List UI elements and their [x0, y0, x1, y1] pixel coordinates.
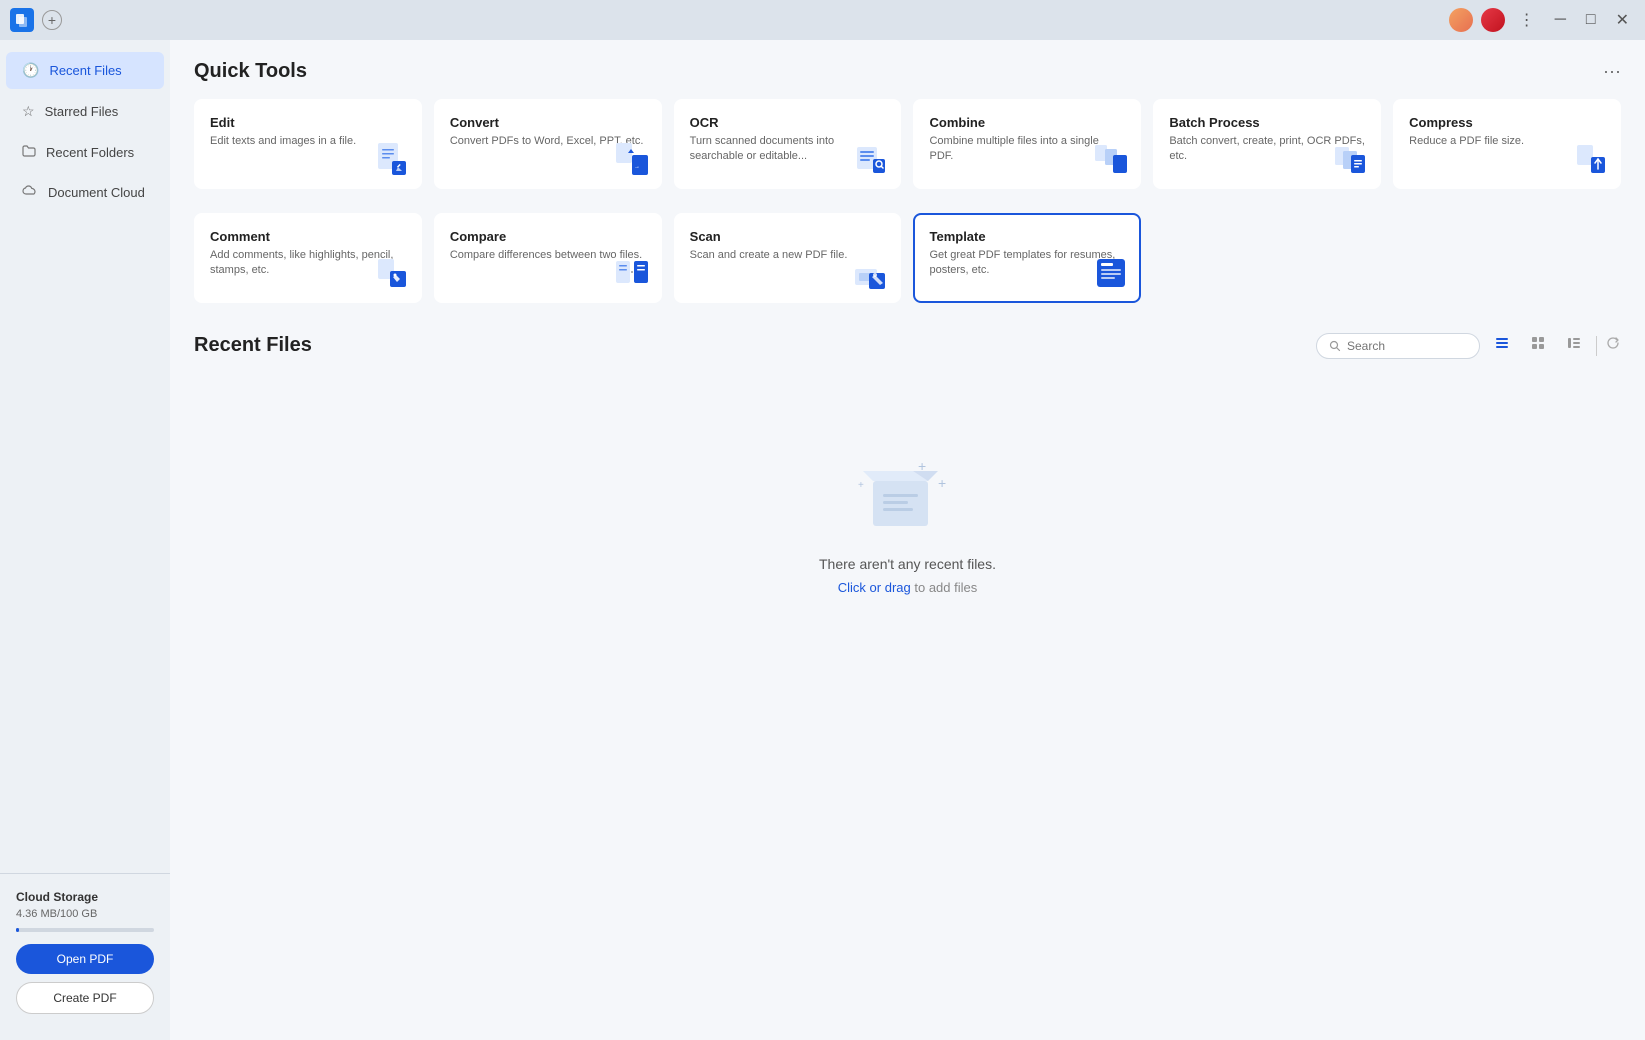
more-options-button[interactable]: ···	[1603, 61, 1621, 82]
content-area: Quick Tools ··· Edit Edit texts and imag…	[170, 40, 1645, 1040]
tool-card-ocr[interactable]: OCR Turn scanned documents into searchab…	[674, 99, 902, 189]
search-input[interactable]	[1347, 339, 1467, 353]
sidebar-bottom: Cloud Storage 4.36 MB/100 GB Open PDF Cr…	[0, 873, 170, 1030]
sidebar-label-document-cloud: Document Cloud	[48, 185, 145, 200]
close-button[interactable]: ✕	[1610, 8, 1635, 32]
sidebar: 🕐 Recent Files ☆ Starred Files Recent Fo…	[0, 40, 170, 1040]
document-cloud-icon	[22, 184, 38, 200]
tool-template-title: Template	[929, 229, 1125, 244]
create-pdf-button[interactable]: Create PDF	[16, 982, 154, 1014]
sidebar-label-recent-files: Recent Files	[49, 63, 121, 78]
tool-convert-icon: →	[614, 141, 650, 177]
quick-tools-header: Quick Tools ···	[194, 60, 1621, 83]
recent-files-title: Recent Files	[194, 334, 312, 357]
tool-card-scan[interactable]: Scan Scan and create a new PDF file.	[674, 213, 902, 303]
search-box[interactable]	[1316, 333, 1480, 359]
empty-subtitle-static: to add files	[914, 580, 977, 595]
refresh-button[interactable]	[1605, 335, 1621, 356]
tool-scan-icon	[853, 255, 889, 291]
tool-card-template[interactable]: Template Get great PDF templates for res…	[913, 213, 1141, 303]
empty-illustration: + + +	[848, 436, 968, 536]
svg-text:+: +	[938, 475, 946, 491]
empty-state: + + + There aren't any recent files. Cli…	[194, 376, 1621, 655]
tool-card-convert[interactable]: Convert Convert PDFs to Word, Excel, PPT…	[434, 99, 662, 189]
tool-compare-title: Compare	[450, 229, 646, 244]
storage-bar	[16, 928, 154, 932]
tool-ocr-title: OCR	[690, 115, 886, 130]
tool-batch-title: Batch Process	[1169, 115, 1365, 130]
app-icon	[10, 8, 34, 32]
click-or-drag-link[interactable]: Click or drag	[838, 580, 911, 595]
svg-text:→: →	[634, 164, 640, 170]
tools-grid: Edit Edit texts and images in a file.	[194, 99, 1621, 189]
main-layout: 🕐 Recent Files ☆ Starred Files Recent Fo…	[0, 40, 1645, 1040]
tool-ocr-icon	[853, 141, 889, 177]
tool-template-icon	[1093, 255, 1129, 291]
tool-batch-icon	[1333, 141, 1369, 177]
quick-tools-title: Quick Tools	[194, 60, 307, 83]
sidebar-item-recent-folders[interactable]: Recent Folders	[6, 134, 164, 170]
cloud-storage-title: Cloud Storage	[16, 890, 154, 904]
sidebar-label-starred-files: Starred Files	[45, 104, 119, 119]
maximize-button[interactable]: □	[1580, 9, 1602, 31]
sidebar-item-document-cloud[interactable]: Document Cloud	[6, 174, 164, 210]
divider	[1596, 336, 1597, 356]
tool-combine-icon	[1093, 141, 1129, 177]
sidebar-item-starred-files[interactable]: ☆ Starred Files	[6, 93, 164, 130]
tool-card-compress[interactable]: Compress Reduce a PDF file size.	[1393, 99, 1621, 189]
tool-compress-title: Compress	[1409, 115, 1605, 130]
tool-compare-icon	[614, 255, 650, 291]
empty-title: There aren't any recent files.	[819, 556, 996, 572]
title-bar: + ⋮ ─ □ ✕	[0, 0, 1645, 40]
minimize-button[interactable]: ─	[1549, 9, 1572, 31]
open-pdf-button[interactable]: Open PDF	[16, 944, 154, 974]
empty-subtitle: Click or drag to add files	[838, 580, 977, 595]
tool-convert-title: Convert	[450, 115, 646, 130]
tool-edit-icon	[374, 141, 410, 177]
list-view-button[interactable]	[1488, 331, 1516, 360]
title-bar-left: +	[10, 8, 62, 32]
recent-files-icon: 🕐	[22, 62, 39, 79]
menu-button[interactable]: ⋮	[1513, 8, 1541, 32]
tool-card-edit[interactable]: Edit Edit texts and images in a file.	[194, 99, 422, 189]
tool-edit-title: Edit	[210, 115, 406, 130]
tool-card-compare[interactable]: Compare Compare differences between two …	[434, 213, 662, 303]
starred-files-icon: ☆	[22, 103, 35, 120]
sidebar-item-recent-files[interactable]: 🕐 Recent Files	[6, 52, 164, 89]
title-bar-controls: ⋮ ─ □ ✕	[1449, 8, 1635, 32]
details-view-button[interactable]	[1560, 331, 1588, 360]
tool-compress-icon	[1573, 141, 1609, 177]
recent-files-header: Recent Files	[194, 331, 1621, 360]
svg-text:+: +	[918, 458, 926, 474]
tool-comment-icon	[374, 255, 410, 291]
tool-comment-title: Comment	[210, 229, 406, 244]
recent-folders-icon	[22, 144, 36, 160]
tool-card-combine[interactable]: Combine Combine multiple files into a si…	[913, 99, 1141, 189]
user-avatar-2[interactable]	[1481, 8, 1505, 32]
grid-view-button[interactable]	[1524, 331, 1552, 360]
cloud-storage-usage: 4.36 MB/100 GB	[16, 908, 154, 920]
tool-card-batch-process[interactable]: Batch Process Batch convert, create, pri…	[1153, 99, 1381, 189]
tool-card-comment[interactable]: Comment Add comments, like highlights, p…	[194, 213, 422, 303]
search-icon	[1329, 340, 1341, 352]
new-tab-button[interactable]: +	[42, 10, 62, 30]
svg-text:+: +	[858, 480, 864, 491]
recent-files-controls	[1316, 331, 1621, 360]
tools-grid-row2: Comment Add comments, like highlights, p…	[194, 213, 1621, 303]
storage-bar-fill	[16, 928, 19, 932]
sidebar-label-recent-folders: Recent Folders	[46, 145, 134, 160]
tool-combine-title: Combine	[929, 115, 1125, 130]
user-avatar-1[interactable]	[1449, 8, 1473, 32]
tool-scan-title: Scan	[690, 229, 886, 244]
